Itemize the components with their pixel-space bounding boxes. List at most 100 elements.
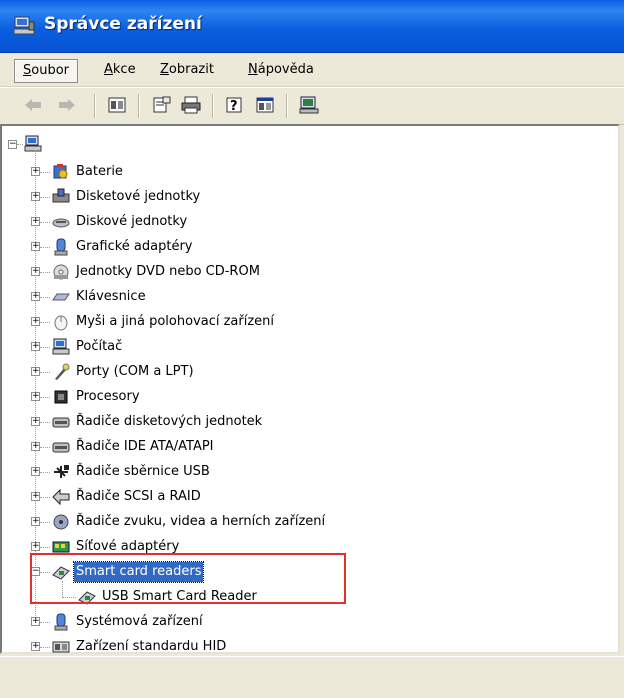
tree-connector bbox=[40, 297, 50, 298]
menu-napoveda[interactable]: Nápověda bbox=[240, 59, 322, 81]
tree-connector bbox=[40, 522, 50, 523]
menu-zobrazit[interactable]: Zobrazit bbox=[152, 59, 222, 81]
help-icon[interactable]: ? bbox=[224, 94, 246, 116]
menu-accel: N bbox=[248, 62, 258, 77]
root-collapse-toggle[interactable]: − bbox=[8, 140, 17, 149]
back-icon[interactable] bbox=[22, 94, 44, 116]
computer-icon bbox=[52, 338, 70, 356]
menu-bar: Soubor Akce Zobrazit Nápověda bbox=[0, 53, 624, 87]
view-icon[interactable] bbox=[106, 94, 128, 116]
menu-soubor[interactable]: Soubor bbox=[14, 59, 79, 83]
toolbar-separator bbox=[286, 94, 288, 118]
tree-connector bbox=[40, 197, 50, 198]
tree-item-label: Počítač bbox=[76, 339, 123, 354]
expand-toggle[interactable]: + bbox=[31, 542, 40, 551]
scsi-icon bbox=[52, 488, 70, 506]
processor-icon bbox=[52, 388, 70, 406]
print-icon[interactable] bbox=[180, 94, 202, 116]
toolbar: ? bbox=[0, 87, 624, 125]
tree-item-label: Baterie bbox=[76, 164, 123, 179]
toolbar-separator bbox=[212, 94, 214, 118]
menu-accel: Z bbox=[160, 62, 169, 77]
tree-item-label: Grafické adaptéry bbox=[76, 239, 193, 254]
menu-akce[interactable]: Akce bbox=[96, 59, 144, 81]
keyboard-icon bbox=[52, 288, 70, 306]
sound-icon bbox=[52, 513, 70, 531]
title-bar[interactable]: Správce zařízení bbox=[0, 0, 624, 53]
tree-item-label: Jednotky DVD nebo CD-ROM bbox=[76, 264, 260, 279]
tree-connector bbox=[40, 447, 50, 448]
battery-icon bbox=[52, 163, 70, 181]
tree-connector bbox=[40, 647, 50, 648]
tree-item-label: Systémová zařízení bbox=[76, 614, 203, 629]
device-manager-window: Správce zařízení Soubor Akce Zobrazit Ná… bbox=[0, 0, 624, 698]
tree-item-label: Diskové jednotky bbox=[76, 214, 188, 229]
menu-label: oubor bbox=[31, 63, 70, 78]
tree-connector bbox=[40, 322, 50, 323]
expand-toggle[interactable]: + bbox=[31, 442, 40, 451]
computer-icon[interactable] bbox=[298, 94, 320, 116]
expand-toggle[interactable]: + bbox=[31, 517, 40, 526]
tree-item-label: Řadiče sběrnice USB bbox=[76, 464, 210, 479]
computer-icon bbox=[24, 135, 42, 153]
tree-connector bbox=[40, 497, 50, 498]
tree-item-label: Disketové jednotky bbox=[76, 189, 201, 204]
expand-toggle[interactable]: + bbox=[31, 342, 40, 351]
highlight-box bbox=[30, 553, 346, 604]
expand-toggle[interactable]: + bbox=[31, 192, 40, 201]
expand-toggle[interactable]: + bbox=[31, 267, 40, 276]
expand-toggle[interactable]: + bbox=[31, 642, 40, 651]
expand-toggle[interactable]: + bbox=[31, 217, 40, 226]
usb-icon bbox=[52, 463, 70, 481]
tree-item-label: Řadiče SCSI a RAID bbox=[76, 489, 201, 504]
expand-toggle[interactable]: + bbox=[31, 417, 40, 426]
tree-connector bbox=[40, 372, 50, 373]
expand-toggle[interactable]: + bbox=[31, 392, 40, 401]
tree-item-label: Porty (COM a LPT) bbox=[76, 364, 194, 379]
properties-icon[interactable] bbox=[150, 94, 172, 116]
tree-connector bbox=[40, 222, 50, 223]
tree-connector bbox=[40, 172, 50, 173]
expand-toggle[interactable]: + bbox=[31, 292, 40, 301]
floppy-drive-icon bbox=[52, 188, 70, 206]
cdrom-icon bbox=[52, 263, 70, 281]
tree-connector bbox=[40, 472, 50, 473]
tree-item-label: Procesory bbox=[76, 389, 140, 404]
status-bar bbox=[0, 656, 624, 698]
tree-connector bbox=[40, 422, 50, 423]
expand-toggle[interactable]: + bbox=[31, 492, 40, 501]
menu-label: obrazit bbox=[168, 62, 214, 77]
menu-label: ápověda bbox=[257, 62, 314, 77]
expand-toggle[interactable]: + bbox=[31, 617, 40, 626]
tree-connector bbox=[40, 247, 50, 248]
tree-item-label: Řadiče zvuku, videa a herních zařízení bbox=[76, 514, 326, 529]
hid-icon bbox=[52, 638, 70, 656]
controller-icon bbox=[52, 438, 70, 456]
tree-item-label: Myši a jiná polohovací zařízení bbox=[76, 314, 275, 329]
forward-icon[interactable] bbox=[56, 94, 78, 116]
disk-drive-icon bbox=[52, 213, 70, 231]
mouse-icon bbox=[52, 313, 70, 331]
expand-toggle[interactable]: + bbox=[31, 167, 40, 176]
display-adapter-icon bbox=[52, 238, 70, 256]
port-icon bbox=[52, 363, 70, 381]
tree-item-label: Řadiče disketových jednotek bbox=[76, 414, 263, 429]
expand-toggle[interactable]: + bbox=[31, 317, 40, 326]
window-title: Správce zařízení bbox=[44, 14, 202, 34]
controller-icon bbox=[52, 413, 70, 431]
toolbar-separator bbox=[94, 94, 96, 118]
svg-text:?: ? bbox=[230, 99, 238, 114]
toolbar-separator bbox=[138, 94, 140, 118]
tree-connector bbox=[40, 547, 50, 548]
menu-accel: A bbox=[104, 62, 113, 77]
expand-toggle[interactable]: + bbox=[31, 467, 40, 476]
device-manager-icon bbox=[14, 16, 35, 35]
tree-item-label: Klávesnice bbox=[76, 289, 146, 304]
tree-connector bbox=[40, 622, 50, 623]
expand-toggle[interactable]: + bbox=[31, 242, 40, 251]
menu-label: kce bbox=[112, 62, 136, 77]
expand-toggle[interactable]: + bbox=[31, 367, 40, 376]
console-icon[interactable] bbox=[254, 94, 276, 116]
system-icon bbox=[52, 613, 70, 631]
tree-connector bbox=[40, 272, 50, 273]
